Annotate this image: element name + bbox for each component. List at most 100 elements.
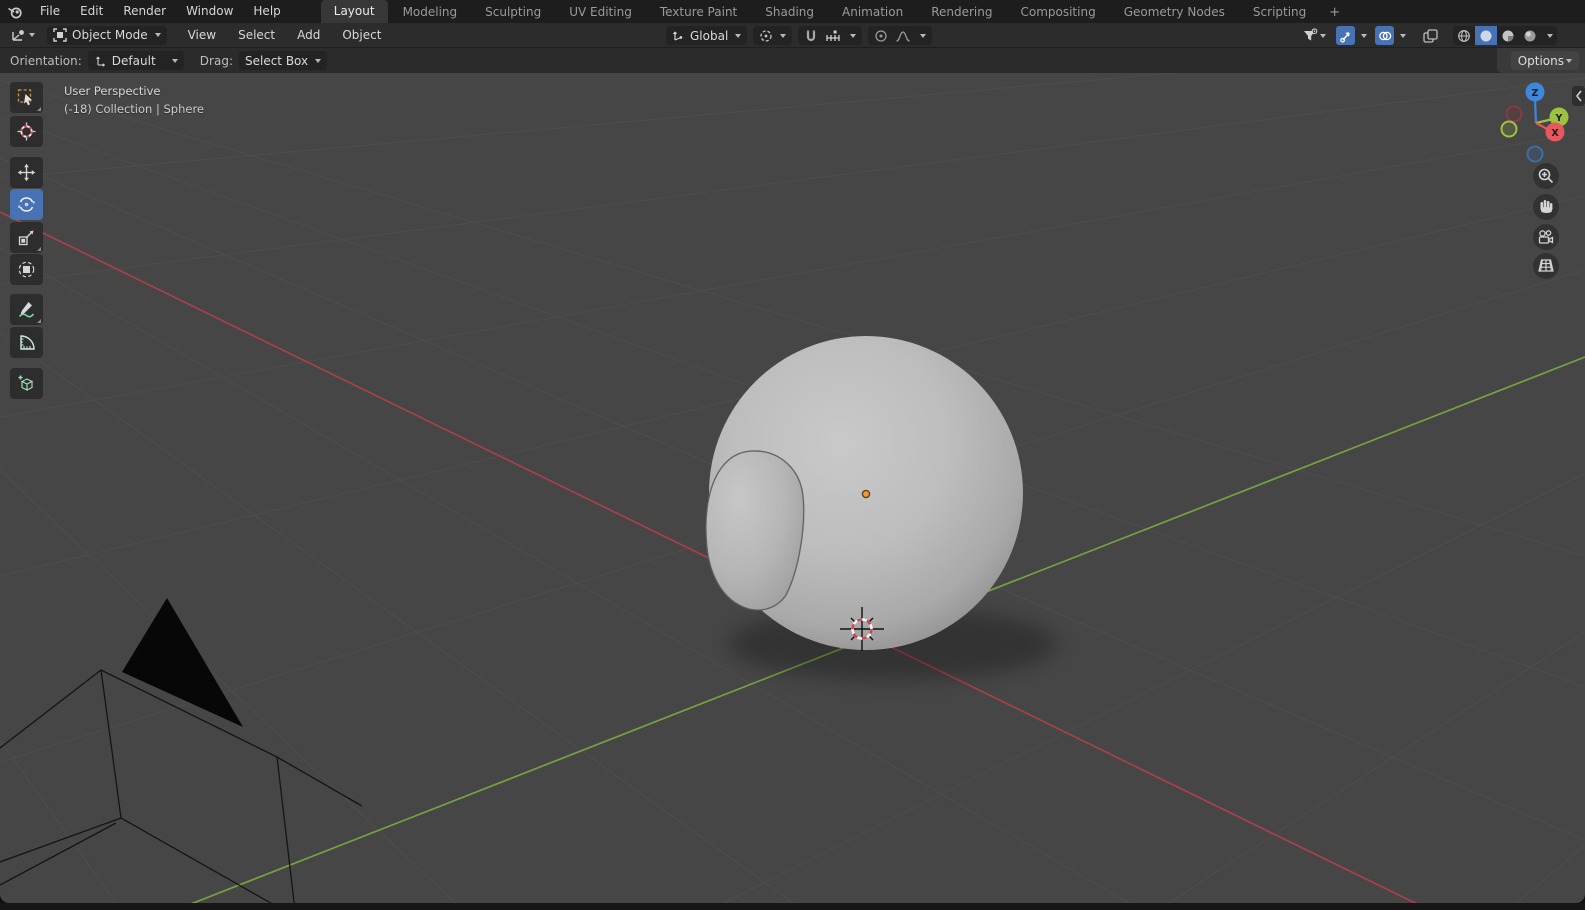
- transform-controls: Global: [666, 26, 933, 45]
- viewport-display-controls: [1300, 26, 1557, 45]
- menu-window[interactable]: Window: [176, 0, 243, 23]
- gizmo-axis-neg-y[interactable]: [1500, 120, 1518, 138]
- orientation-label: Orientation:: [10, 53, 82, 68]
- tool-measure[interactable]: [10, 327, 43, 358]
- menu-file[interactable]: File: [30, 0, 70, 23]
- viewport-3d[interactable]: Z Y X User Perspective (-18) Collection …: [0, 73, 1585, 903]
- gizmo-dropdown-chevron[interactable]: [1361, 33, 1367, 38]
- overlays-icon: [1378, 31, 1391, 40]
- blender-logo-icon[interactable]: [0, 5, 30, 19]
- tab-rendering[interactable]: Rendering: [918, 2, 1005, 23]
- tab-animation[interactable]: Animation: [829, 2, 916, 23]
- menu-render[interactable]: Render: [113, 0, 176, 23]
- viewport-info-text: User Perspective (-18) Collection | Sphe…: [64, 82, 204, 118]
- cone-object[interactable]: [122, 598, 243, 727]
- gizmo-axis-neg-x[interactable]: [1505, 105, 1523, 123]
- tab-compositing[interactable]: Compositing: [1007, 2, 1108, 23]
- solid-shading-icon: [1480, 30, 1492, 41]
- tab-uv-editing[interactable]: UV Editing: [556, 2, 645, 23]
- gizmo-x-label: X: [1551, 128, 1559, 139]
- viewport-nav-buttons: [1533, 163, 1559, 279]
- snap-magnet-icon[interactable]: [804, 29, 818, 43]
- view-context-label: (-18) Collection | Sphere: [64, 102, 204, 116]
- navigation-gizmo[interactable]: Z Y X: [1500, 82, 1569, 163]
- shading-solid-button[interactable]: [1475, 26, 1497, 45]
- shading-mode-group: [1453, 26, 1557, 45]
- gizmo-axis-neg-z[interactable]: [1526, 145, 1544, 163]
- toggle-xray-button[interactable]: [1420, 26, 1441, 45]
- tab-layout[interactable]: Layout: [320, 0, 388, 23]
- sidebar-toggle[interactable]: [1572, 86, 1585, 106]
- material-preview-icon: [1502, 30, 1514, 41]
- menu-view[interactable]: View: [179, 28, 225, 42]
- shading-dropdown[interactable]: [1541, 26, 1557, 45]
- drag-label: Drag:: [199, 53, 233, 68]
- drag-mode-dropdown[interactable]: Select Box: [238, 51, 328, 70]
- tool-transform[interactable]: [10, 254, 43, 285]
- pivot-point-dropdown[interactable]: [753, 26, 793, 45]
- sphere-blob-bump: [705, 450, 805, 611]
- show-overlays-toggle[interactable]: [1375, 26, 1394, 45]
- tab-shading[interactable]: Shading: [752, 2, 827, 23]
- object-mode-icon: [53, 28, 67, 42]
- viewport-header: Object Mode View Select Add Object Globa…: [0, 23, 1585, 48]
- gizmo-z-label: Z: [1532, 88, 1539, 99]
- snap-dropdown-chevron[interactable]: [850, 33, 857, 38]
- camera-view-button[interactable]: [1533, 224, 1559, 250]
- workspace-tabs: Layout Modeling Sculpting UV Editing Tex…: [320, 0, 1350, 23]
- origin-dot: [861, 489, 871, 499]
- menu-edit[interactable]: Edit: [70, 0, 113, 23]
- tab-sculpting[interactable]: Sculpting: [472, 2, 554, 23]
- mode-dropdown[interactable]: Object Mode: [47, 25, 167, 45]
- tool-settings-bar: Orientation: Default Drag: Select Box Op…: [0, 48, 1585, 73]
- overlays-dropdown-chevron[interactable]: [1400, 33, 1406, 38]
- viewport-canvas[interactable]: Z Y X: [0, 73, 1585, 903]
- gizmo-y-label: Y: [1555, 113, 1563, 124]
- transform-orientation-dropdown[interactable]: Global: [666, 26, 748, 45]
- pivot-point-icon: [760, 29, 772, 42]
- mode-label: Object Mode: [72, 28, 148, 42]
- proportional-edit-icon[interactable]: [874, 29, 888, 43]
- orientation-value: Global: [690, 28, 729, 43]
- menu-object[interactable]: Object: [333, 28, 390, 42]
- editor-type-button[interactable]: [8, 26, 37, 45]
- tool-rotate[interactable]: [10, 189, 43, 220]
- snap-to-increment-icon[interactable]: [825, 29, 841, 43]
- menu-help[interactable]: Help: [243, 0, 290, 23]
- tab-texture-paint[interactable]: Texture Paint: [647, 2, 750, 23]
- falloff-curve-icon[interactable]: [895, 29, 911, 43]
- tab-geometry-nodes[interactable]: Geometry Nodes: [1111, 2, 1238, 23]
- shading-rendered-button[interactable]: [1519, 26, 1541, 45]
- shading-wireframe-button[interactable]: [1453, 26, 1475, 45]
- orientation-default-icon: [95, 56, 105, 67]
- tool-scale[interactable]: [10, 222, 43, 253]
- tool-select-box[interactable]: [10, 82, 43, 113]
- add-workspace-button[interactable]: +: [1321, 2, 1348, 23]
- cube-wireframe-object[interactable]: [0, 669, 363, 903]
- tool-add-cube[interactable]: [10, 368, 43, 399]
- pan-button[interactable]: [1533, 194, 1559, 220]
- object-types-filter-icon: [1304, 28, 1318, 41]
- xray-icon: [1423, 28, 1438, 43]
- tool-move[interactable]: [10, 157, 43, 188]
- toggle-ortho-button[interactable]: [1533, 253, 1559, 279]
- menu-select[interactable]: Select: [229, 28, 284, 42]
- show-object-types-dropdown[interactable]: [1300, 26, 1328, 45]
- tool-cursor[interactable]: [10, 116, 43, 147]
- tab-modeling[interactable]: Modeling: [390, 2, 471, 23]
- tool-annotate[interactable]: [10, 294, 43, 325]
- menu-add[interactable]: Add: [288, 28, 329, 42]
- shading-material-button[interactable]: [1497, 26, 1519, 45]
- topbar: File Edit Render Window Help Layout Mode…: [0, 0, 1585, 23]
- zoom-button[interactable]: [1533, 163, 1559, 189]
- orientation-default-dropdown[interactable]: Default: [87, 51, 184, 70]
- tab-scripting[interactable]: Scripting: [1240, 2, 1319, 23]
- grid-icon: [1538, 259, 1554, 272]
- orientation-value-label: Default: [111, 53, 156, 68]
- drag-value-label: Select Box: [244, 53, 309, 68]
- falloff-dropdown-chevron[interactable]: [920, 33, 927, 38]
- show-gizmo-toggle[interactable]: [1336, 26, 1355, 45]
- options-dropdown[interactable]: Options: [1510, 51, 1579, 70]
- wireframe-shading-icon: [1458, 29, 1470, 42]
- status-bar: [0, 903, 1585, 910]
